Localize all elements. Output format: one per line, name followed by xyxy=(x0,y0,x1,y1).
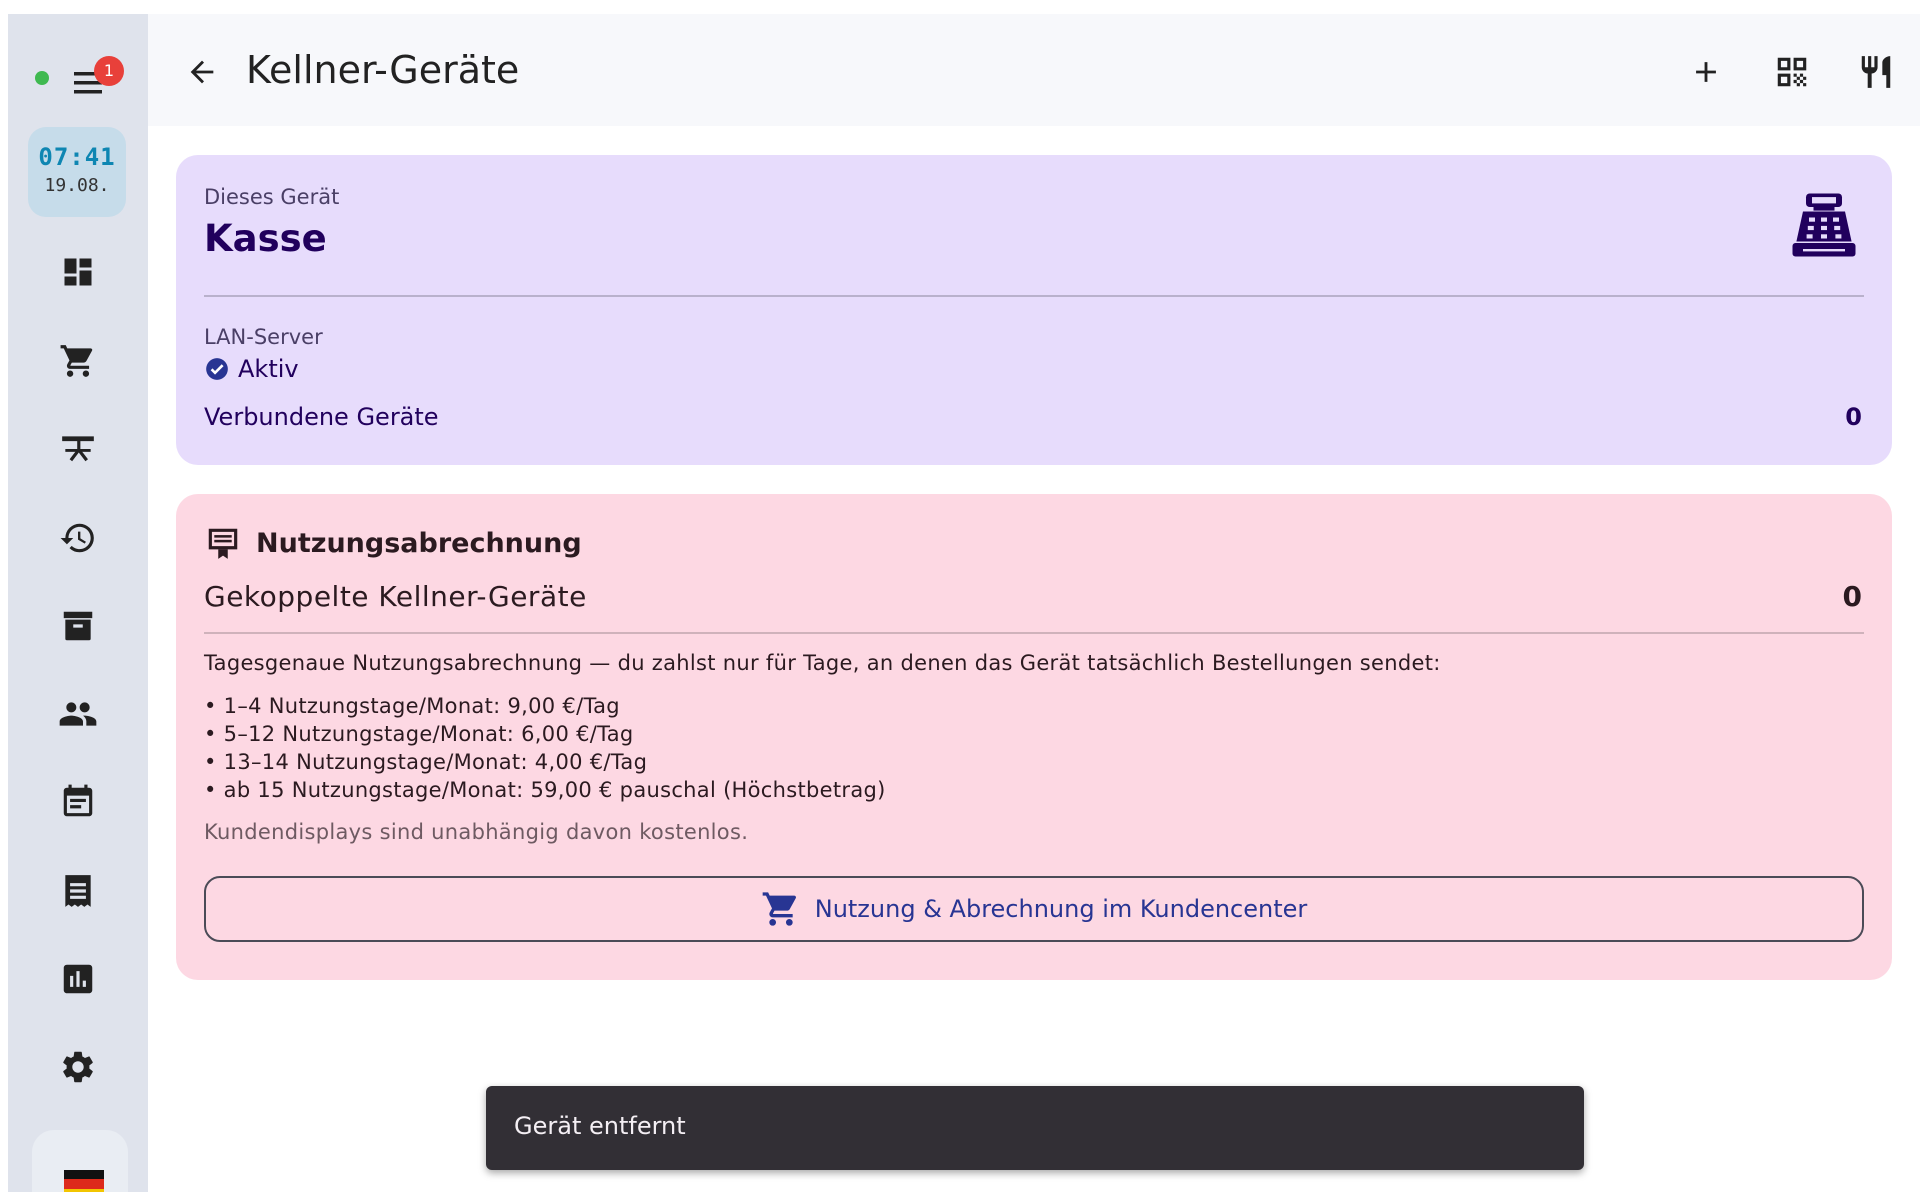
add-device-button[interactable] xyxy=(1680,46,1732,98)
card-divider xyxy=(204,632,1864,634)
connection-status-dot xyxy=(35,71,49,85)
pricing-tier: • ab 15 Nutzungstage/Monat: 59,00 € paus… xyxy=(204,778,886,802)
clock-date: 19.08. xyxy=(44,175,110,196)
cart-icon xyxy=(60,345,93,377)
customer-center-button[interactable]: Nutzung & Abrechnung im Kundencenter xyxy=(204,876,1864,942)
back-button[interactable] xyxy=(178,48,226,96)
billing-intro: Tagesgenaue Nutzungsabrechnung — du zahl… xyxy=(204,651,1441,675)
navigation-rail: 1 07:41 19.08. xyxy=(8,14,148,1192)
nav-cart[interactable] xyxy=(48,331,108,391)
nav-receipts[interactable] xyxy=(48,861,108,921)
billing-icon xyxy=(208,528,238,559)
qr-code-button[interactable] xyxy=(1766,46,1818,98)
nav-archive[interactable] xyxy=(48,596,108,656)
billing-header: Nutzungsabrechnung xyxy=(204,524,582,562)
check-circle-icon xyxy=(206,358,228,380)
connected-devices-label: Verbundene Geräte xyxy=(204,403,439,431)
page-title: Kellner-Geräte xyxy=(246,48,520,92)
add-icon xyxy=(1696,62,1716,82)
billing-title: Nutzungsabrechnung xyxy=(256,527,582,559)
restaurant-icon xyxy=(1861,56,1891,88)
notifications-menu-button[interactable]: 1 xyxy=(66,56,124,108)
german-flag-icon xyxy=(64,1170,104,1192)
card-divider xyxy=(204,295,1864,297)
snackbar-message: Gerät entfernt xyxy=(514,1112,686,1140)
paired-waiter-devices-count: 0 xyxy=(1842,580,1862,613)
calendar-icon xyxy=(63,784,93,817)
device-name: Kasse xyxy=(204,217,327,260)
nav-tables[interactable] xyxy=(48,419,108,479)
restaurant-button[interactable] xyxy=(1850,46,1902,98)
notification-badge: 1 xyxy=(94,56,124,86)
pricing-tier: • 13–14 Nutzungstage/Monat: 4,00 €/Tag xyxy=(204,750,648,774)
receipt-icon xyxy=(65,875,91,907)
pricing-tier: • 5–12 Nutzungstage/Monat: 6,00 €/Tag xyxy=(204,722,634,746)
paired-waiter-devices-label: Gekoppelte Kellner-Geräte xyxy=(204,580,587,613)
statistics-icon xyxy=(63,964,93,994)
snackbar: Gerät entfernt xyxy=(486,1086,1584,1170)
nav-staff[interactable] xyxy=(48,684,108,744)
arrow-back-icon xyxy=(190,60,214,84)
qr-code-icon xyxy=(1777,57,1807,87)
this-device-label: Dieses Gerät xyxy=(204,185,340,209)
pricing-tier: • 1–4 Nutzungstage/Monat: 9,00 €/Tag xyxy=(204,694,620,718)
customer-center-button-label: Nutzung & Abrechnung im Kundencenter xyxy=(814,895,1308,923)
this-device-card: Dieses Gerät Kasse LAN-Server Aktiv Verb… xyxy=(176,155,1892,465)
nav-settings[interactable] xyxy=(48,1037,108,1097)
app-bar: Kellner-Geräte xyxy=(148,14,1920,126)
lan-server-status: Aktiv xyxy=(204,355,299,383)
clock-time: 07:41 xyxy=(38,143,116,171)
history-icon xyxy=(60,523,94,553)
people-icon xyxy=(59,702,97,726)
nav-history[interactable] xyxy=(48,508,108,568)
cart-icon xyxy=(762,892,796,926)
cash-register-icon xyxy=(1788,189,1860,265)
settings-icon xyxy=(63,1051,93,1083)
language-selector[interactable] xyxy=(32,1130,128,1192)
connected-devices-count: 0 xyxy=(1845,403,1862,431)
lan-status-text: Aktiv xyxy=(238,355,299,383)
dashboard-icon xyxy=(64,258,92,286)
table-icon xyxy=(62,436,94,462)
billing-card: Nutzungsabrechnung Gekoppelte Kellner-Ge… xyxy=(176,494,1892,980)
pricing-tier-list: • 1–4 Nutzungstage/Monat: 9,00 €/Tag • 5… xyxy=(204,692,886,804)
lan-server-label: LAN-Server xyxy=(204,325,323,349)
nav-reservations[interactable] xyxy=(48,772,108,832)
nav-statistics[interactable] xyxy=(48,949,108,1009)
clock-widget[interactable]: 07:41 19.08. xyxy=(28,127,126,217)
customer-display-note: Kundendisplays sind unabhängig davon kos… xyxy=(204,820,749,844)
nav-dashboard[interactable] xyxy=(48,242,108,302)
archive-icon xyxy=(63,611,93,641)
